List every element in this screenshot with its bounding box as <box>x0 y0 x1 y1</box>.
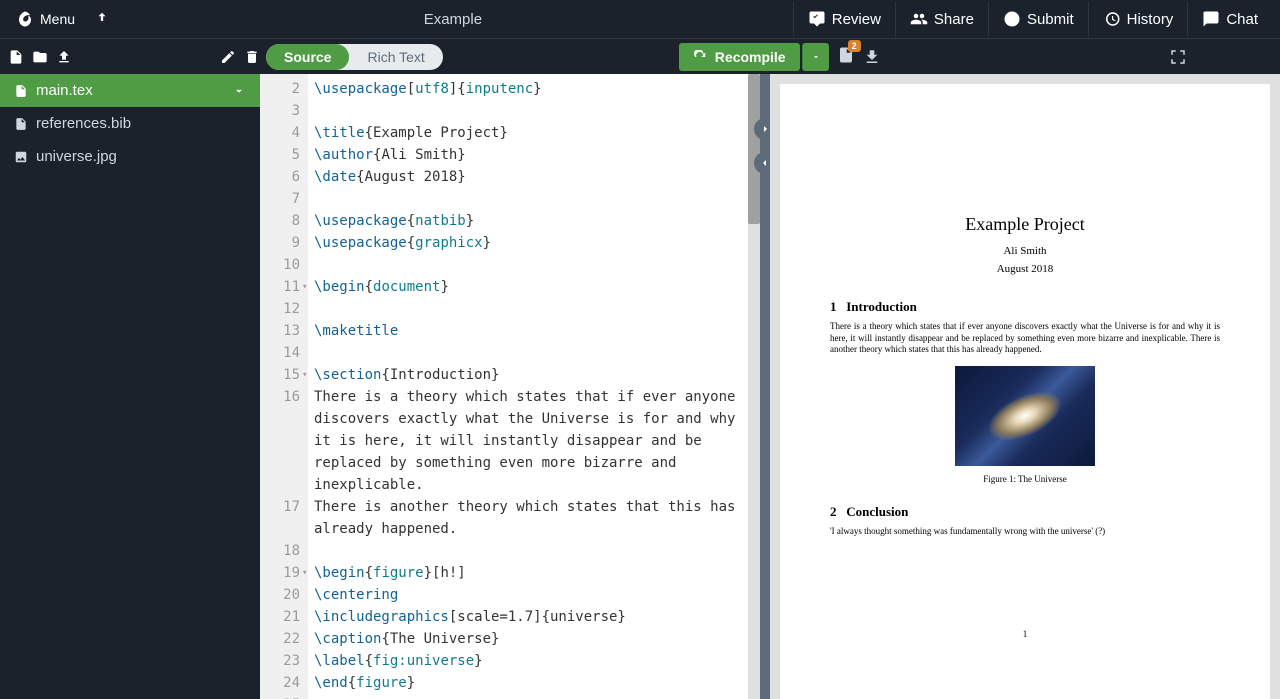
code-area[interactable]: \usepackage[utf8]{inputenc}\title{Exampl… <box>308 74 760 699</box>
editor-mode-toggle: Source Rich Text <box>266 44 443 70</box>
logs-button[interactable]: 2 <box>837 46 855 67</box>
upload-icon <box>95 11 109 25</box>
upload-file-icon[interactable] <box>56 49 72 65</box>
chevron-down-icon <box>811 52 821 62</box>
review-button[interactable]: Review <box>793 2 895 36</box>
submit-button[interactable]: Submit <box>988 2 1088 36</box>
submit-icon <box>1003 10 1021 28</box>
richtext-tab[interactable]: Rich Text <box>349 44 442 70</box>
chat-button[interactable]: Chat <box>1187 2 1272 36</box>
project-title[interactable]: Example <box>113 11 793 28</box>
history-icon <box>1103 10 1121 28</box>
pdf-page-number: 1 <box>780 629 1270 639</box>
pdf-page: Example Project Ali Smith August 2018 1 … <box>780 84 1270 699</box>
pdf-date: August 2018 <box>830 263 1220 275</box>
main-area: main.tex references.bib universe.jpg 23456… <box>0 74 1280 699</box>
file-item-universe-jpg[interactable]: universe.jpg <box>0 140 260 173</box>
chat-icon <box>1202 10 1220 28</box>
scroll-thumb[interactable] <box>748 74 760 224</box>
expand-icon[interactable] <box>1169 48 1187 66</box>
pdf-figure-caption: Figure 1: The Universe <box>830 474 1220 484</box>
share-button[interactable]: Share <box>895 2 988 36</box>
pane-divider[interactable] <box>760 74 770 699</box>
overleaf-logo-icon <box>16 10 34 28</box>
pdf-author: Ali Smith <box>830 245 1220 257</box>
chevron-down-icon <box>232 84 246 98</box>
trash-icon[interactable] <box>244 49 260 65</box>
file-name: references.bib <box>36 115 131 132</box>
error-badge: 2 <box>848 40 861 52</box>
download-icon[interactable] <box>863 48 881 66</box>
history-button[interactable]: History <box>1088 2 1188 36</box>
file-icon <box>14 84 28 98</box>
pdf-body-2: 'I always thought something was fundamen… <box>830 526 1220 538</box>
line-gutter: 2345678910111213141516171819202122232425 <box>260 74 308 699</box>
file-tree: main.tex references.bib universe.jpg <box>0 74 260 699</box>
file-icon <box>14 117 28 131</box>
pdf-preview[interactable]: Example Project Ali Smith August 2018 1 … <box>770 74 1280 699</box>
pdf-figure-image <box>955 366 1095 466</box>
new-folder-icon[interactable] <box>32 49 48 65</box>
file-item-main-tex[interactable]: main.tex <box>0 74 260 107</box>
recompile-dropdown[interactable] <box>802 43 829 71</box>
recompile-button[interactable]: Recompile <box>679 43 800 71</box>
image-icon <box>14 150 28 164</box>
refresh-icon <box>693 50 707 64</box>
up-button[interactable] <box>91 7 113 32</box>
new-file-icon[interactable] <box>8 49 24 65</box>
menu-label: Menu <box>40 11 75 27</box>
pdf-section-2: 2 Conclusion <box>830 504 1220 520</box>
code-editor[interactable]: 2345678910111213141516171819202122232425… <box>260 74 760 699</box>
topbar: Menu Example Review Share Submit History… <box>0 0 1280 38</box>
menu-button[interactable]: Menu <box>8 6 83 32</box>
file-name: main.tex <box>36 82 93 99</box>
source-tab[interactable]: Source <box>266 44 349 70</box>
pdf-title: Example Project <box>830 214 1220 235</box>
file-item-references-bib[interactable]: references.bib <box>0 107 260 140</box>
review-icon <box>808 10 826 28</box>
file-name: universe.jpg <box>36 148 117 165</box>
pdf-section-1: 1 Introduction <box>830 299 1220 315</box>
pdf-body-1: There is a theory which states that if e… <box>830 321 1220 356</box>
toolbar: Source Rich Text Recompile 2 <box>0 38 1280 74</box>
share-icon <box>910 10 928 28</box>
edit-icon[interactable] <box>220 49 236 65</box>
